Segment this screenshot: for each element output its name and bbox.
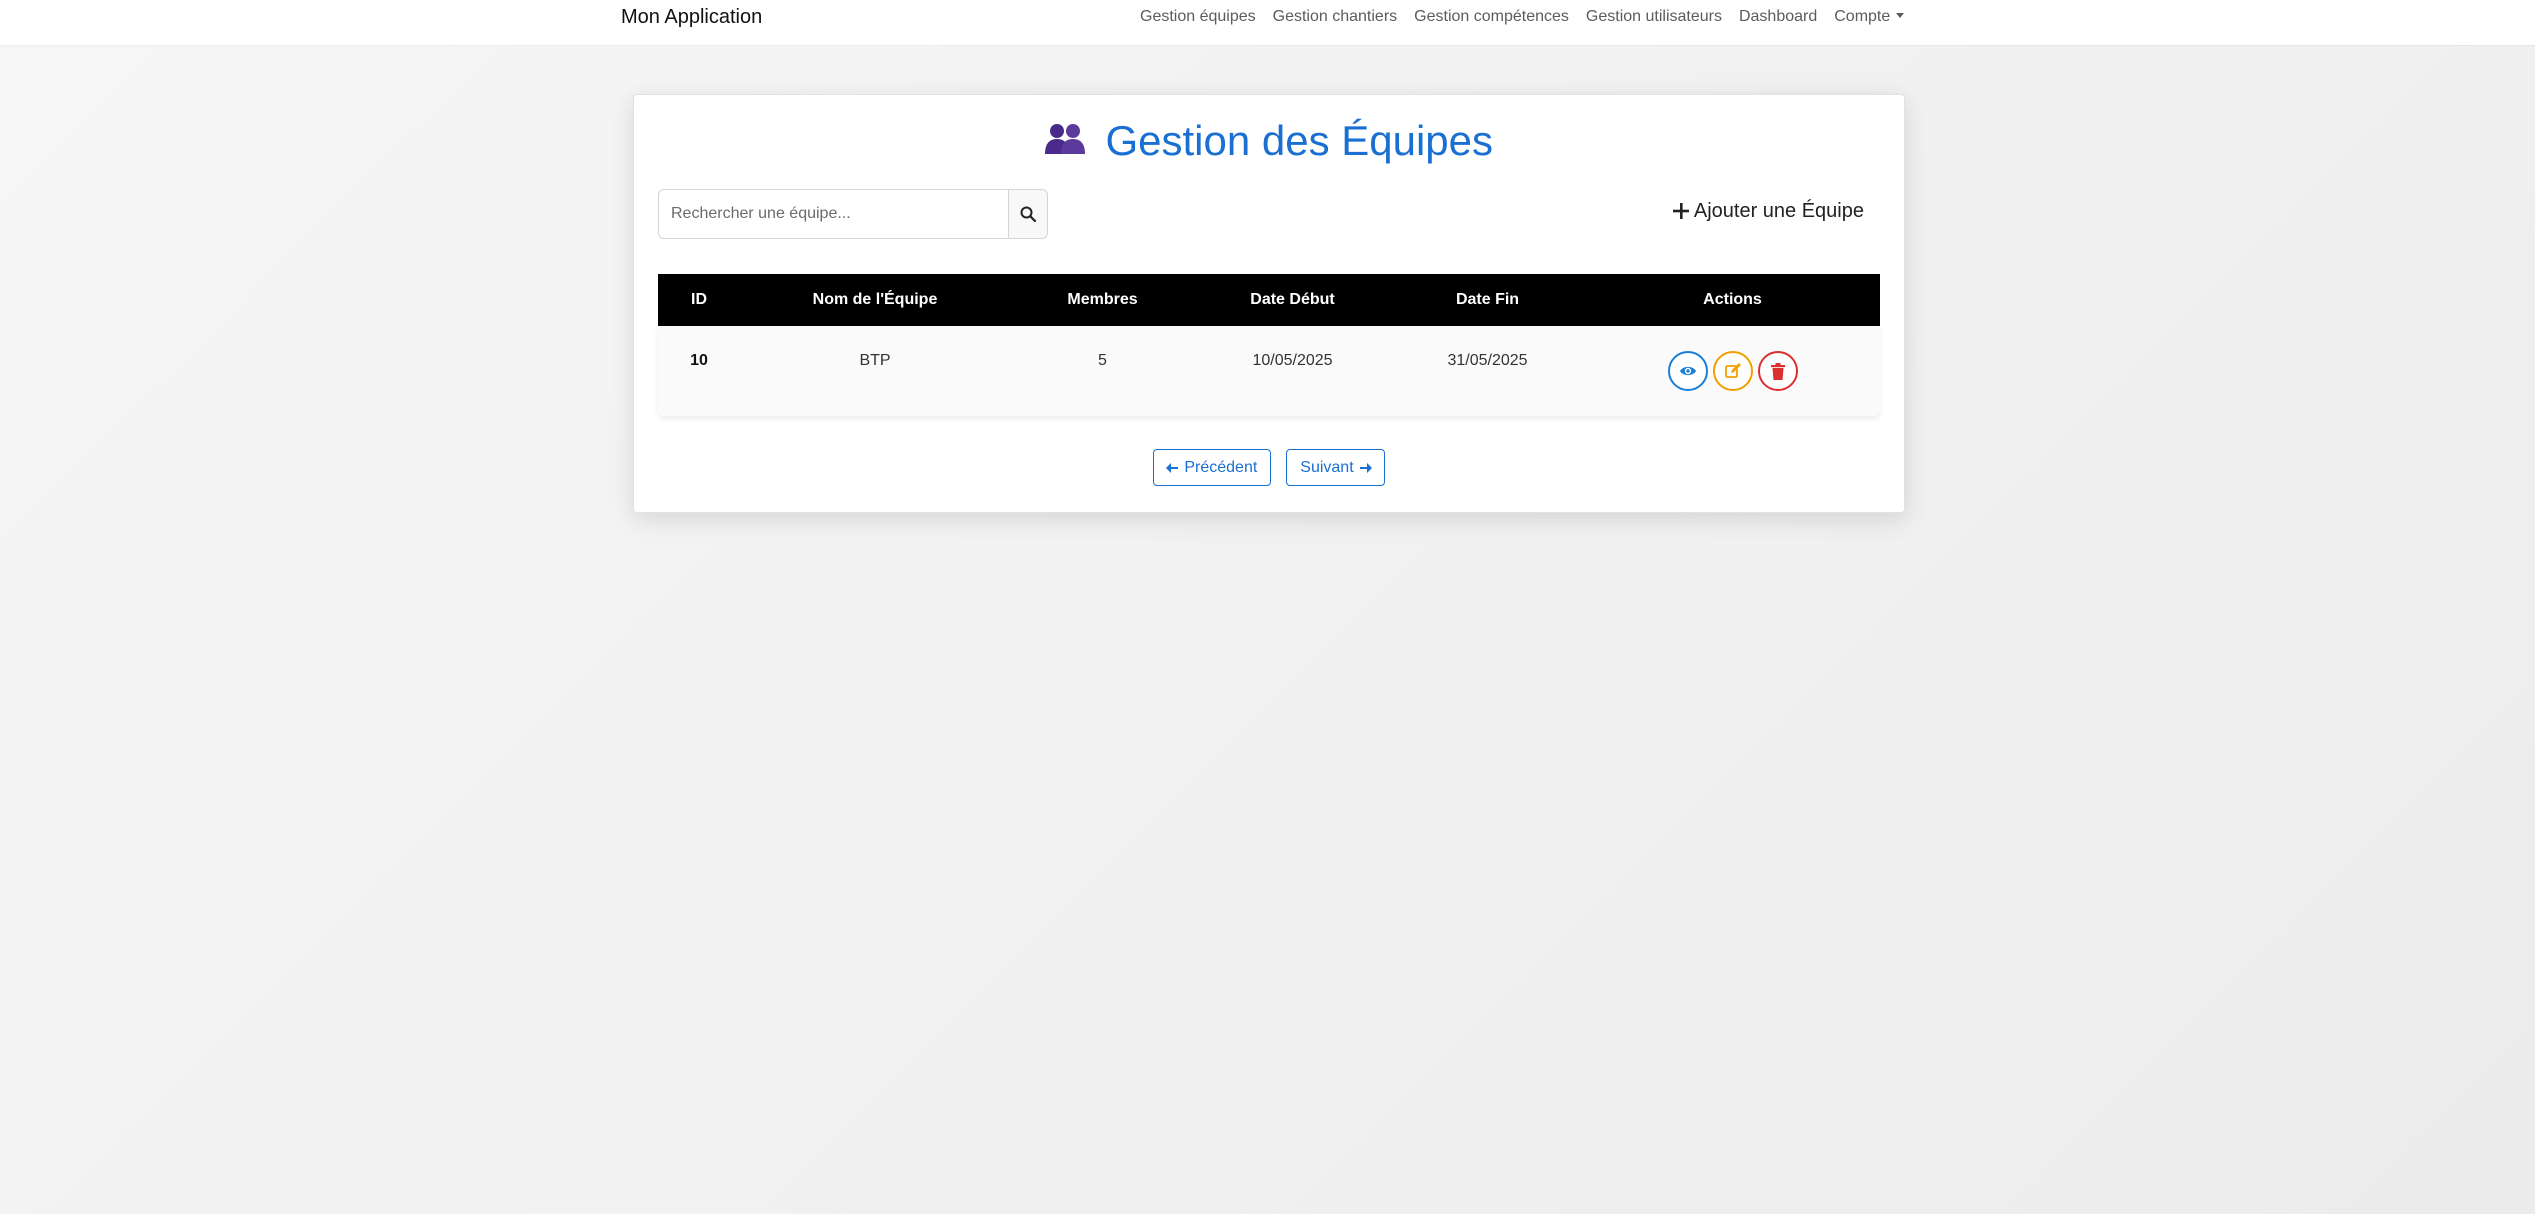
- cell-name: BTP: [859, 352, 891, 369]
- arrow-left-icon: [1166, 462, 1179, 473]
- cell-start-date-wrap: 10/05/2025: [1195, 352, 1390, 380]
- previous-label: Précédent: [1184, 458, 1258, 476]
- nav-dropdown-compte-label: Compte: [1834, 8, 1891, 25]
- next-page-button[interactable]: Suivant: [1286, 449, 1385, 486]
- trash-icon: [1770, 362, 1785, 380]
- page-title: Gestion des Équipes: [1105, 117, 1494, 164]
- edit-icon: [1724, 363, 1741, 378]
- teams-table: ID Nom de l'Équipe Membres Date Début Da…: [658, 274, 1880, 416]
- cell-id: 10: [690, 352, 708, 369]
- column-header-end-date[interactable]: Date Fin: [1390, 291, 1585, 309]
- nav-link-gestion-competences[interactable]: Gestion compétences: [1414, 7, 1569, 27]
- view-button[interactable]: [1667, 351, 1708, 391]
- search-input[interactable]: [658, 189, 1009, 239]
- column-header-id[interactable]: ID: [658, 291, 740, 309]
- cell-members-wrap: 5: [1010, 352, 1195, 380]
- top-navbar: Mon Application Gestion équipes Gestion …: [0, 0, 2535, 45]
- cell-end-date: 31/05/2025: [1447, 352, 1528, 369]
- nav-link-gestion-utilisateurs[interactable]: Gestion utilisateurs: [1586, 7, 1722, 27]
- arrow-right-icon: [1359, 462, 1372, 473]
- search-icon: [1020, 206, 1037, 222]
- search-group: [658, 189, 1048, 239]
- eye-icon: [1679, 366, 1696, 376]
- teams-card: Gestion des Équipes Ajouter une Équipe I…: [633, 94, 1905, 513]
- nav-link-gestion-chantiers[interactable]: Gestion chantiers: [1273, 7, 1398, 27]
- table-row: 10 BTP 5 10/05/2025 31/05/2025: [658, 326, 1880, 416]
- nav-links: Gestion équipes Gestion chantiers Gestio…: [1140, 7, 1905, 27]
- add-team-label: Ajouter une Équipe: [1693, 200, 1864, 222]
- column-header-name[interactable]: Nom de l'Équipe: [740, 291, 1010, 309]
- column-header-members[interactable]: Membres: [1010, 291, 1195, 309]
- column-header-start-date[interactable]: Date Début: [1195, 291, 1390, 309]
- users-icon: [1044, 122, 1085, 161]
- nav-dropdown-compte[interactable]: Compte: [1834, 7, 1905, 27]
- cell-id-wrap: 10: [658, 352, 740, 380]
- search-button[interactable]: [1008, 189, 1048, 239]
- app-brand[interactable]: Mon Application: [621, 6, 762, 28]
- plus-icon: [1672, 203, 1689, 219]
- table-header: ID Nom de l'Équipe Membres Date Début Da…: [658, 274, 1880, 326]
- add-team-button[interactable]: Ajouter une Équipe: [1672, 199, 1864, 223]
- column-header-actions: Actions: [1703, 291, 1762, 308]
- nav-link-gestion-equipes[interactable]: Gestion équipes: [1140, 7, 1256, 27]
- cell-start-date: 10/05/2025: [1252, 352, 1333, 369]
- caret-down-icon: [1896, 13, 1905, 18]
- previous-page-button[interactable]: Précédent: [1153, 449, 1272, 486]
- pagination: Précédent Suivant: [634, 449, 1904, 486]
- edit-button[interactable]: [1712, 351, 1753, 391]
- cell-end-date-wrap: 31/05/2025: [1390, 352, 1585, 380]
- next-label: Suivant: [1300, 458, 1354, 476]
- cell-actions: [1585, 351, 1880, 391]
- cell-members: 5: [1098, 352, 1107, 369]
- row-actions: [1585, 351, 1880, 391]
- delete-button[interactable]: [1757, 351, 1798, 391]
- cell-name-wrap: BTP: [740, 352, 1010, 380]
- page-header: Gestion des Équipes: [634, 116, 1904, 176]
- nav-link-dashboard[interactable]: Dashboard: [1739, 7, 1817, 27]
